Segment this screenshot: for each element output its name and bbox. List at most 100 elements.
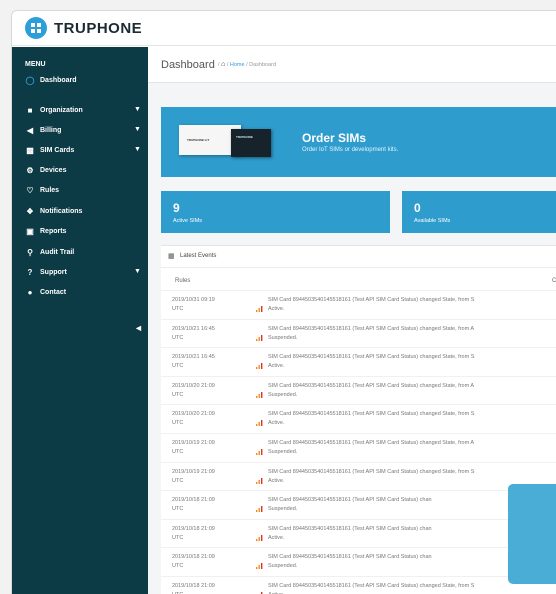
sidebar: MENU ◯ Dashboard ■ Organization ▼ ◀ Bill…: [12, 47, 148, 594]
table-row[interactable]: 2019/10/21 16:45 UTC SIM Card 894450354014…: [161, 318, 556, 347]
events-header: ▦ Latest Events: [161, 246, 556, 268]
logo-text[interactable]: TRUPHONE: [54, 20, 142, 37]
event-time: 2019/10/18 21:09: [172, 583, 215, 589]
event-timestamp: 2019/10/21 16:45 UTC: [172, 353, 240, 371]
sidebar-item-audit-trail[interactable]: ⚲ Audit Trail: [12, 243, 148, 263]
event-time: 2019/10/19 21:09: [172, 440, 215, 446]
table-row[interactable]: 2019/10/31 09:19 UTC SIM Card 894450354014…: [161, 290, 556, 318]
sidebar-item-billing[interactable]: ◀ Billing ▼: [12, 121, 148, 141]
event-timezone: UTC: [172, 534, 184, 541]
sidebar-item-notifications[interactable]: ❖ Notifications: [12, 202, 148, 222]
event-timestamp: 2019/10/18 21:09 UTC: [172, 525, 240, 543]
chevron-down-icon: ▼: [134, 126, 141, 133]
chat-widget[interactable]: [508, 484, 556, 584]
signal-icon: [256, 299, 263, 317]
event-message: SIM Card 8944503540145518161 (Test API S…: [268, 468, 556, 486]
event-message: SIM Card 8944503540145518161 (Test API S…: [268, 410, 556, 428]
building-icon: ■: [27, 106, 33, 115]
available-sims-card[interactable]: 0 Available SIMs: [402, 191, 556, 233]
home-icon[interactable]: ⌂: [221, 61, 225, 68]
event-timezone: UTC: [172, 449, 184, 455]
info-circle-icon: ❖: [26, 207, 34, 216]
event-timezone: UTC: [172, 363, 184, 370]
table-row[interactable]: 2019/10/19 21:09 UTC SIM Card 894450354014…: [161, 433, 556, 461]
event-time: 2019/10/18 21:09: [172, 525, 215, 532]
event-message-line1: SIM Card 8944503540145518161 (Test API S…: [268, 354, 475, 361]
signal-icon: [256, 328, 263, 346]
table-row[interactable]: 2019/10/19 21:09 UTC SIM Card 894450354014…: [161, 461, 556, 490]
event-message-line1: SIM Card 8944503540145518161 (Test API S…: [268, 325, 475, 332]
chevron-down-icon: ▼: [134, 146, 141, 153]
sidebar-collapse-icon[interactable]: ◄: [134, 323, 143, 333]
sidebar-item-devices[interactable]: ⚙ Devices: [12, 161, 148, 181]
breadcrumb-bar: Dashboard / ⌂ / Home / Dashboard: [148, 47, 556, 83]
sidebar-item-support[interactable]: ? Support ▼: [12, 263, 148, 283]
signal-icon: [256, 499, 263, 517]
event-message-line1: SIM Card 8944503540145518161 (Test API S…: [268, 382, 475, 389]
event-time: 2019/10/21 16:45: [172, 325, 215, 332]
table-row[interactable]: 2019/10/18 21:09UTCSIM Card 894450354014…: [161, 490, 556, 518]
event-timezone: UTC: [172, 477, 184, 484]
signal-icon: [256, 528, 263, 546]
table-row[interactable]: 2019/10/21 16:45 UTC SIM Card 894450354014…: [161, 347, 556, 375]
sidebar-item-label: Contact: [40, 289, 67, 296]
sidebar-item-rules[interactable]: ♡ Rules: [12, 181, 148, 201]
chevron-down-icon: ▼: [134, 268, 141, 275]
event-timestamp: 2019/10/19 21:09 UTC: [172, 439, 240, 457]
chevron-down-icon: ▼: [134, 106, 141, 113]
event-timezone: UTC: [172, 506, 184, 513]
sidebar-item-reports[interactable]: ▣ Reports: [12, 222, 148, 242]
event-message-line1: SIM Card 8944503540145518161 (Test API S…: [268, 297, 475, 303]
sidebar-item-contact[interactable]: ● Contact: [12, 283, 148, 303]
event-message-line1: SIM Card 8944503540145518161 (Test API S…: [268, 554, 432, 561]
event-message: SIM Card 8944503540145518161 (Test API S…: [268, 325, 556, 343]
table-row[interactable]: 2019/10/18 21:09UTC SIM Card 894450354014…: [161, 547, 556, 575]
sidebar-item-sim-cards[interactable]: ▩ SIM Cards ▼: [12, 141, 148, 161]
table-row[interactable]: 2019/10/18 21:09UTCSIM Card 894450354014…: [161, 576, 556, 594]
event-message: SIM Card 8944503540145518161 (Test API S…: [268, 353, 556, 371]
sidebar-item-dashboard[interactable]: ◯ Dashboard: [12, 71, 148, 91]
breadcrumb-current: Dashboard: [249, 62, 277, 68]
event-timezone: UTC: [172, 334, 184, 341]
table-row[interactable]: 2019/10/20 21:09 UTC SIM Card 894450354014…: [161, 404, 556, 432]
stat-value: 0: [414, 201, 421, 215]
search-icon: ⚲: [27, 248, 33, 257]
event-timezone: UTC: [172, 306, 184, 312]
event-timestamp: 2019/10/18 21:09UTC: [172, 582, 240, 594]
sidebar-item-label: Notifications: [40, 208, 83, 215]
event-time: 2019/10/19 21:09: [172, 468, 215, 475]
truphone-grid-icon[interactable]: [25, 17, 47, 39]
order-sims-card[interactable]: TRUPHONE IoT TRUPHONE Order SIMs Order I…: [161, 107, 556, 177]
event-message: SIM Card 8944503540145518161 (Test API S…: [268, 382, 556, 400]
table-row[interactable]: 2019/10/20 21:09 UTC SIM Card 894450354014…: [161, 375, 556, 404]
event-time: 2019/10/20 21:09: [172, 382, 215, 389]
signal-icon: [256, 471, 263, 489]
sidebar-item-label: Support: [40, 269, 67, 276]
table-row[interactable]: 2019/10/18 21:09UTCSIM Card 894450354014…: [161, 518, 556, 547]
column-header-c: C: [552, 278, 556, 284]
active-sims-card[interactable]: 9 Active SIMs: [161, 191, 390, 233]
event-timestamp: 2019/10/20 21:09 UTC: [172, 382, 240, 400]
main-content: Dashboard / ⌂ / Home / Dashboard TRUPHON…: [148, 47, 556, 594]
event-time: 2019/10/18 21:09: [172, 497, 215, 504]
event-message-line2: Active.: [268, 534, 285, 541]
event-message-line1: SIM Card 8944503540145518161 (Test API S…: [268, 468, 475, 475]
events-title: Latest Events: [180, 253, 217, 259]
sim-card-brand: TRUPHONE: [236, 135, 253, 139]
event-timezone: UTC: [172, 391, 184, 398]
signal-icon: [256, 556, 263, 574]
reports-icon: ▣: [26, 227, 34, 236]
sidebar-item-label: Billing: [40, 127, 62, 134]
devices-icon: ⚙: [26, 166, 34, 175]
stat-label: Active SIMs: [173, 218, 203, 224]
event-timestamp: 2019/10/18 21:09UTC: [172, 553, 240, 571]
event-timestamp: 2019/10/21 16:45 UTC: [172, 325, 240, 343]
signal-icon: [256, 442, 263, 460]
stat-value: 9: [173, 201, 180, 215]
menu-title: MENU: [25, 61, 46, 68]
sidebar-item-organization[interactable]: ■ Organization ▼: [12, 101, 148, 121]
event-timestamp: 2019/10/20 21:09 UTC: [172, 410, 240, 428]
event-timestamp: 2019/10/18 21:09 UTC: [172, 496, 240, 514]
breadcrumb-home-link[interactable]: Home: [230, 62, 245, 68]
event-message-line2: Active.: [268, 477, 285, 484]
